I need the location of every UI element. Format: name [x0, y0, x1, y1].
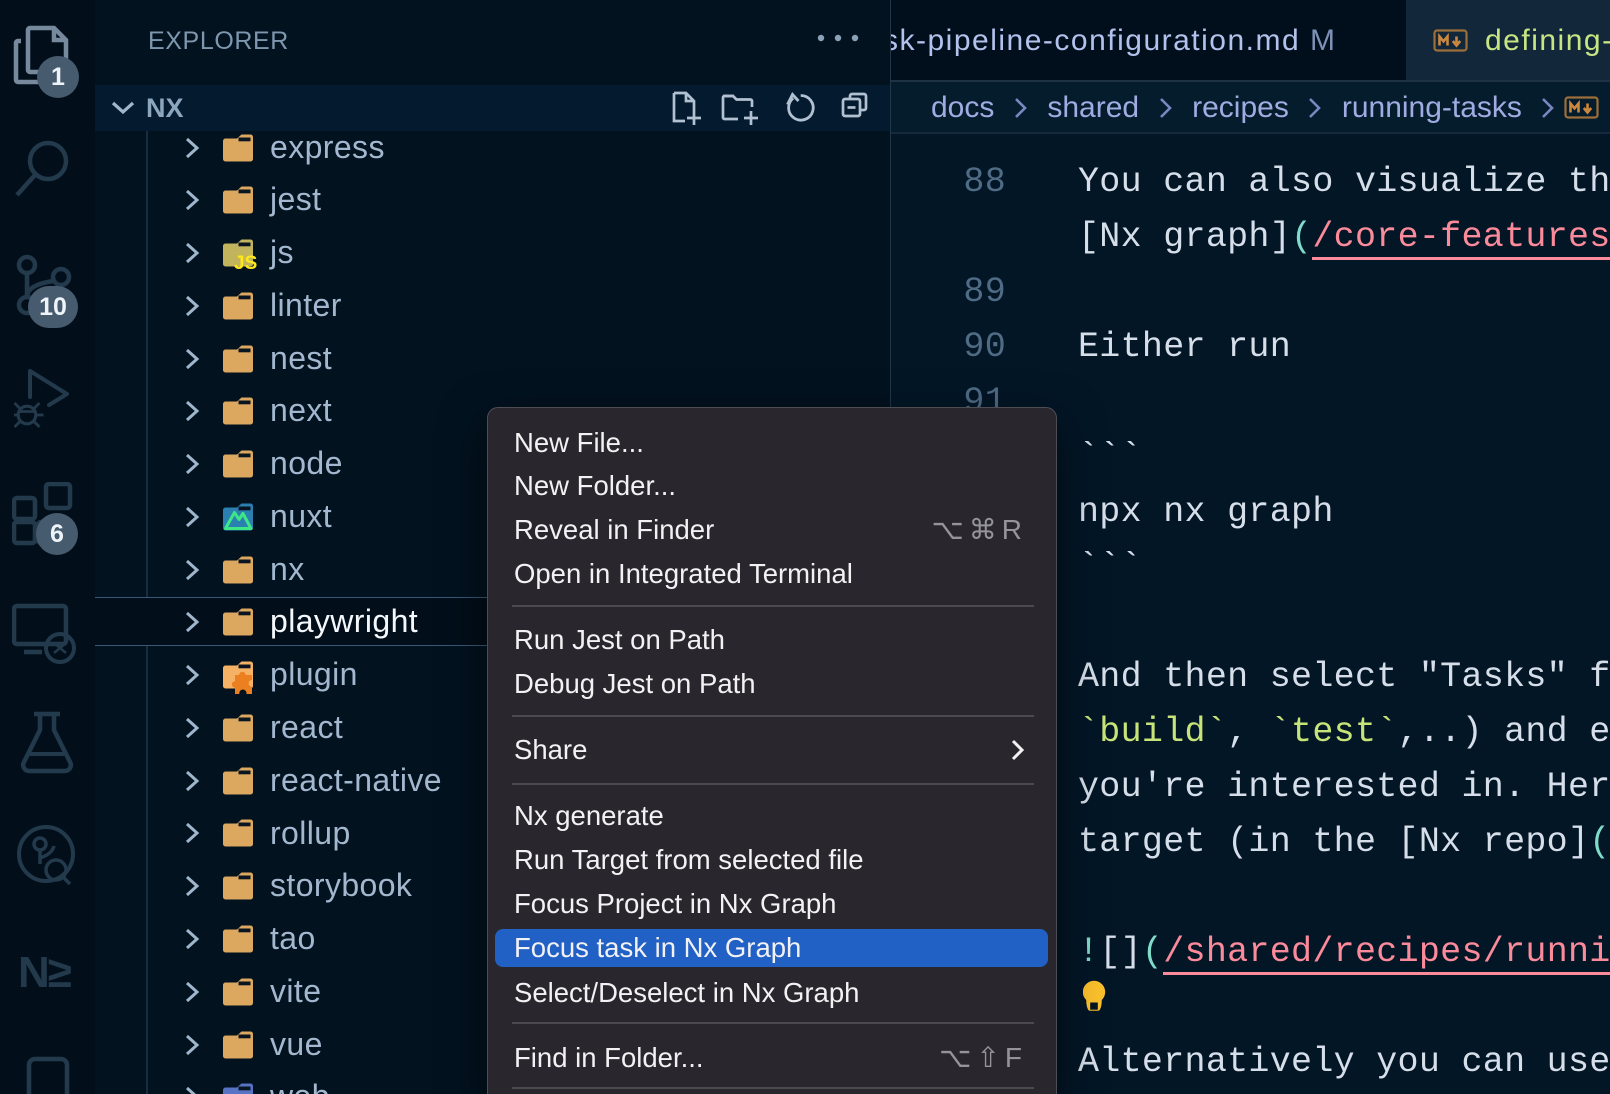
svg-text:JS: JS — [234, 253, 257, 274]
